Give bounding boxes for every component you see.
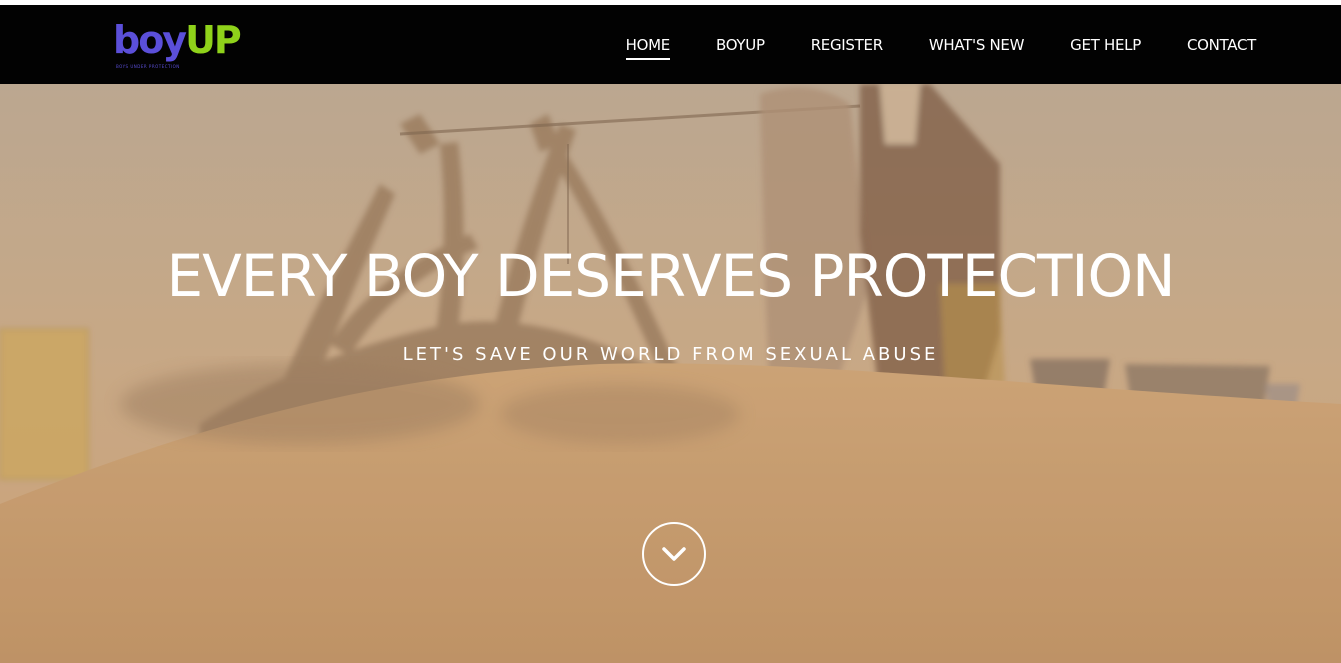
logo-wordmark: boyUP (113, 17, 242, 63)
chevron-down-icon (662, 547, 686, 561)
logo-tagline: BOYS UNDER PROTECTION (116, 64, 180, 69)
logo-boy-text: boy (113, 18, 187, 62)
nav-item-home[interactable]: HOME (625, 36, 671, 60)
nav-item-whats-new[interactable]: WHAT'S NEW (929, 36, 1025, 54)
logo-up-text: UP (185, 18, 242, 62)
nav-item-boyup[interactable]: BOYUP (716, 36, 765, 54)
scroll-down-button[interactable] (642, 522, 706, 586)
hero-subtitle: LET'S SAVE OUR WORLD FROM SEXUAL ABUSE (402, 344, 939, 365)
nav-item-register[interactable]: REGISTER (811, 36, 883, 54)
nav-item-get-help[interactable]: GET HELP (1070, 36, 1141, 54)
main-nav: HOME BOYUP REGISTER WHAT'S NEW GET HELP … (580, 5, 1256, 84)
hero-section: EVERY BOY DESERVES PROTECTION LET'S SAVE… (0, 84, 1341, 663)
hero-title: EVERY BOY DESERVES PROTECTION (166, 242, 1175, 310)
nav-item-contact[interactable]: CONTACT (1187, 36, 1256, 54)
logo[interactable]: boyUP BOYS UNDER PROTECTION (113, 18, 243, 79)
navbar: boyUP BOYS UNDER PROTECTION HOME BOYUP R… (0, 5, 1341, 84)
